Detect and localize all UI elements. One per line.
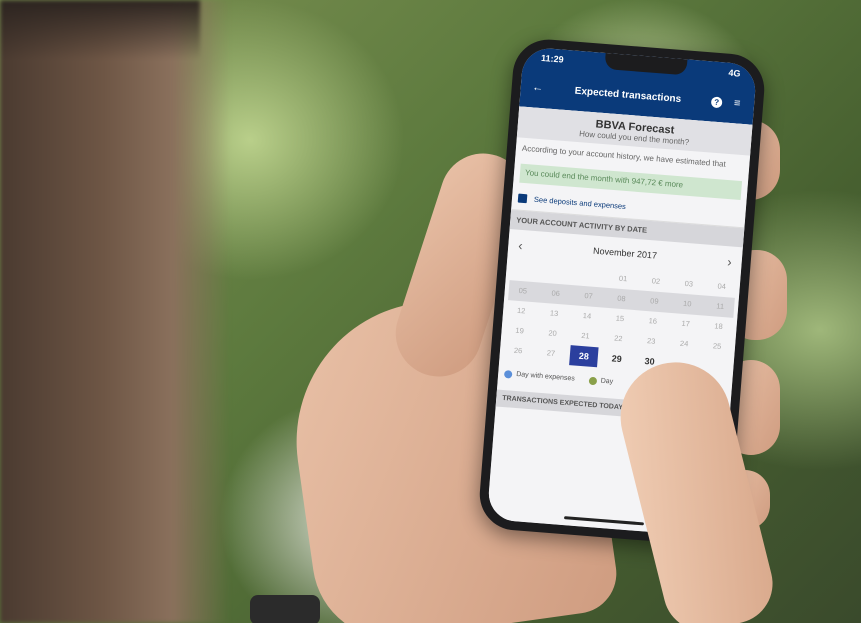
calendar-day[interactable]: 04 — [707, 281, 736, 292]
calendar-day[interactable]: 17 — [671, 318, 700, 329]
calendar-day[interactable]: 20 — [538, 328, 567, 339]
calendar-grid: 01 02 03 04 05 06 07 08 09 10 11 12 13 1… — [499, 260, 740, 378]
photo-background: 11:29 4G ← Expected transactions ? ≡ BBV… — [0, 0, 861, 623]
calendar-day[interactable]: 15 — [606, 313, 635, 324]
calendar-day[interactable]: 11 — [706, 301, 735, 312]
calendar-day[interactable]: 09 — [640, 296, 669, 307]
month-label: November 2017 — [592, 245, 658, 261]
status-signal: 4G — [728, 67, 741, 79]
expense-dot-icon — [503, 369, 513, 379]
calendar-day[interactable]: 18 — [704, 321, 733, 332]
calendar-day[interactable]: 12 — [507, 305, 536, 316]
calendar-day[interactable]: 07 — [574, 291, 603, 302]
calendar-day[interactable]: 26 — [504, 345, 533, 356]
calendar-day[interactable]: 02 — [642, 276, 671, 287]
see-deposits-label: See deposits and expenses — [533, 194, 627, 211]
legend-other: Day — [600, 377, 614, 386]
calendar-day[interactable]: 21 — [571, 330, 600, 341]
calendar-day[interactable]: 08 — [607, 293, 636, 304]
back-arrow-icon[interactable]: ← — [530, 81, 545, 94]
chevron-left-icon[interactable]: ‹ — [518, 238, 524, 253]
calendar-day — [510, 270, 538, 272]
calendar-day[interactable]: 06 — [541, 288, 570, 299]
calendar-day[interactable]: 16 — [638, 316, 667, 327]
person-hair — [0, 0, 200, 60]
page-title: Expected transactions — [574, 85, 682, 105]
calendar-day[interactable]: 10 — [673, 298, 702, 309]
calendar-day[interactable]: 03 — [675, 278, 704, 289]
calendar-day[interactable]: 24 — [670, 338, 699, 349]
calendar-day[interactable]: 27 — [537, 348, 566, 359]
calendar-day[interactable]: 13 — [540, 308, 569, 319]
calendar-day[interactable]: 19 — [505, 325, 534, 336]
person-blurred — [0, 0, 230, 623]
other-dot-icon — [588, 376, 598, 386]
legend-expenses: Day with expenses — [515, 371, 576, 383]
calendar-day-selected[interactable]: 28 — [569, 344, 599, 368]
calendar-day[interactable]: 01 — [609, 273, 638, 284]
calendar-day[interactable]: 29 — [602, 352, 631, 364]
calendar-day — [543, 273, 571, 275]
sleeve — [250, 595, 320, 623]
calendar-day[interactable]: 25 — [703, 341, 732, 352]
nav-row: ← Expected transactions ? ≡ — [530, 81, 744, 110]
status-time: 11:29 — [540, 52, 564, 65]
calendar-icon — [517, 193, 528, 204]
calendar-day[interactable]: 05 — [508, 285, 537, 296]
calendar-day[interactable]: 14 — [573, 311, 602, 322]
calendar-day[interactable]: 23 — [637, 336, 666, 347]
calendar-day[interactable]: 22 — [604, 333, 633, 344]
calendar-day — [576, 275, 604, 277]
calendar-day — [701, 365, 729, 367]
filter-menu-icon[interactable]: ≡ — [730, 97, 745, 110]
chevron-right-icon[interactable]: › — [727, 254, 733, 269]
help-circle-icon[interactable]: ? — [710, 95, 723, 108]
